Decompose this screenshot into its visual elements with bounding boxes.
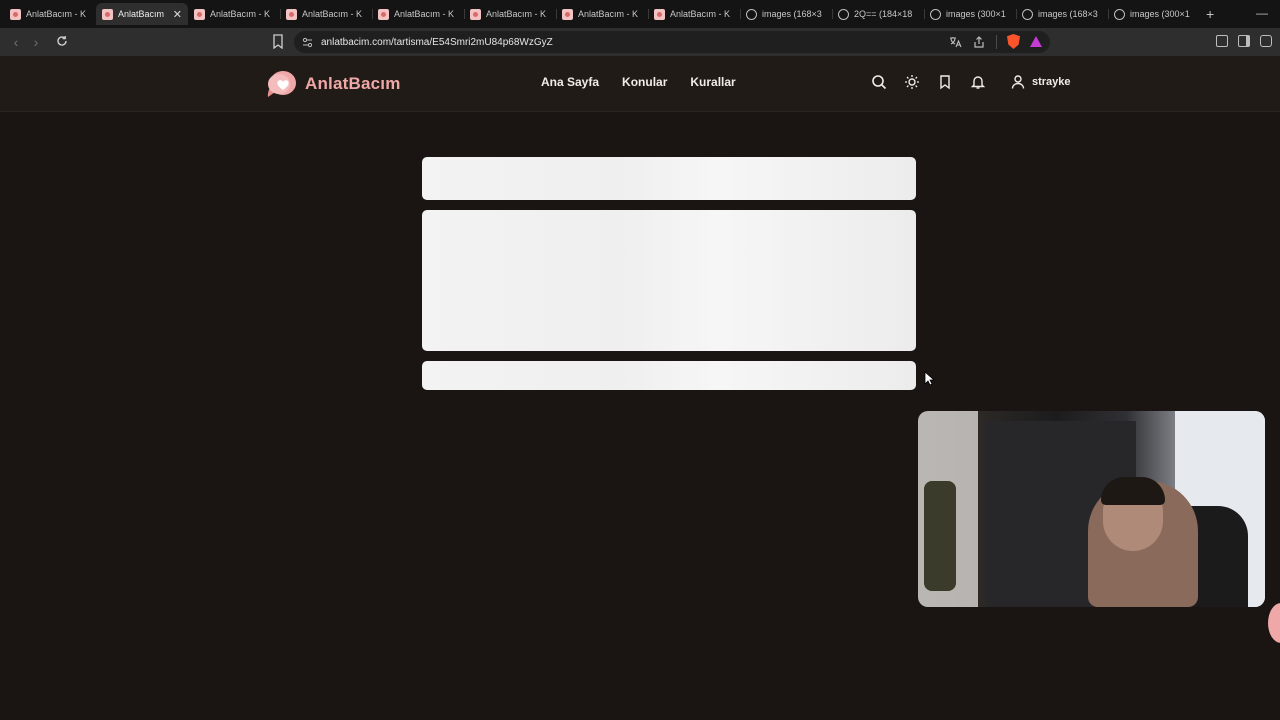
skeleton-footer-placeholder	[422, 361, 916, 390]
bookmark-page-icon[interactable]	[272, 34, 284, 49]
search-icon[interactable]	[871, 74, 887, 90]
globe-icon	[746, 8, 757, 20]
reload-button[interactable]	[52, 34, 72, 50]
browser-tab[interactable]: AnlatBacım - K	[4, 3, 96, 25]
tab-title: AnlatBacım - K	[670, 9, 731, 19]
tab-title: images (300×1	[1130, 9, 1190, 19]
notification-bell-icon[interactable]	[970, 74, 986, 90]
translate-icon[interactable]	[948, 35, 962, 49]
browser-tab[interactable]: AnlatBacım - K	[464, 3, 556, 25]
browser-tabstrip: AnlatBacım - K AnlatBacım ✕ AnlatBacım - K A…	[0, 0, 1280, 28]
browser-tab[interactable]: AnlatBacım - K	[648, 3, 740, 25]
site-favicon-icon	[562, 8, 573, 20]
site-favicon-icon	[470, 8, 481, 20]
back-button[interactable]: ‹	[6, 34, 26, 50]
logo-text: AnlatBacım	[305, 74, 401, 93]
browser-tab[interactable]: AnlatBacım ✕	[96, 3, 188, 25]
tab-title: images (168×3	[1038, 9, 1098, 19]
tab-title: AnlatBacım - K	[210, 9, 271, 19]
nav-topics-link[interactable]: Konular	[622, 75, 667, 89]
tab-title: AnlatBacım - K	[26, 9, 87, 19]
globe-icon	[1022, 8, 1033, 20]
skeleton-title-placeholder	[422, 157, 916, 200]
sidebar-toggle-icon[interactable]	[1238, 35, 1250, 47]
browser-tab[interactable]: images (168×3	[1016, 3, 1108, 25]
brave-shields-icon[interactable]	[1007, 34, 1020, 49]
browser-tab[interactable]: 2Q== (184×18	[832, 3, 924, 25]
mouse-cursor-icon	[924, 371, 934, 386]
tab-title: 2Q== (184×18	[854, 9, 913, 19]
nav-home-link[interactable]: Ana Sayfa	[541, 75, 599, 89]
tab-title: AnlatBacım - K	[578, 9, 639, 19]
header-actions	[871, 74, 986, 90]
site-favicon-icon	[378, 8, 389, 20]
forward-button[interactable]: ›	[26, 34, 46, 50]
nav-rules-link[interactable]: Kurallar	[690, 75, 735, 89]
tab-title: images (300×1	[946, 9, 1006, 19]
browser-toolbar: ‹ › anlatbacim.com/tartisma/E54Smri2mU84…	[0, 28, 1280, 56]
browser-tab[interactable]: AnlatBacım - K	[372, 3, 464, 25]
site-logo[interactable]: AnlatBacım	[265, 69, 401, 99]
browser-tab[interactable]: images (168×3	[740, 3, 832, 25]
site-favicon-icon	[654, 8, 665, 20]
close-tab-icon[interactable]: ✕	[173, 8, 182, 21]
site-favicon-icon	[286, 8, 297, 20]
extensions-icon[interactable]	[1216, 35, 1228, 47]
browser-tab[interactable]: AnlatBacım - K	[280, 3, 372, 25]
site-favicon-icon	[10, 8, 21, 20]
browser-tab[interactable]: images (300×1	[1108, 3, 1200, 25]
tab-title: images (168×3	[762, 9, 822, 19]
new-tab-button[interactable]: +	[1206, 6, 1214, 22]
tab-title: AnlatBacım - K	[302, 9, 363, 19]
skeleton-body-placeholder	[422, 210, 916, 351]
main-nav: Ana Sayfa Konular Kurallar	[541, 75, 736, 89]
tab-title: AnlatBacım - K	[394, 9, 455, 19]
browser-tab[interactable]: images (300×1	[924, 3, 1016, 25]
browser-tab[interactable]: AnlatBacım - K	[556, 3, 648, 25]
globe-icon	[1114, 8, 1125, 20]
user-menu[interactable]: strayke	[1010, 74, 1071, 90]
url-text: anlatbacim.com/tartisma/E54Smri2mU84p68W…	[321, 36, 553, 48]
webcam-overlay	[918, 411, 1265, 607]
brave-rewards-icon[interactable]	[1030, 36, 1042, 47]
globe-icon	[930, 8, 941, 20]
site-favicon-icon	[194, 8, 205, 20]
bookmark-icon[interactable]	[937, 74, 953, 90]
site-favicon-icon	[102, 8, 113, 20]
theme-toggle-sun-icon[interactable]	[904, 74, 920, 90]
username: strayke	[1032, 76, 1071, 88]
reload-icon	[57, 36, 67, 46]
tab-title: AnlatBacım - K	[486, 9, 547, 19]
wallet-icon[interactable]	[1260, 35, 1272, 47]
site-header: AnlatBacım Ana Sayfa Konular Kurallar st…	[0, 56, 1280, 112]
address-bar[interactable]: anlatbacim.com/tartisma/E54Smri2mU84p68W…	[294, 31, 1050, 53]
share-icon[interactable]	[972, 35, 986, 49]
tab-list: AnlatBacım - K AnlatBacım ✕ AnlatBacım - K A…	[4, 3, 1200, 25]
site-settings-icon[interactable]	[302, 37, 313, 48]
browser-tab[interactable]: AnlatBacım - K	[188, 3, 280, 25]
window-minimize-button[interactable]: —	[1256, 6, 1268, 20]
user-icon	[1011, 75, 1025, 89]
page-viewport: AnlatBacım Ana Sayfa Konular Kurallar st…	[0, 56, 1280, 720]
tab-title: AnlatBacım	[118, 9, 165, 19]
speech-heart-logo-icon	[267, 71, 296, 97]
globe-icon	[838, 8, 849, 20]
